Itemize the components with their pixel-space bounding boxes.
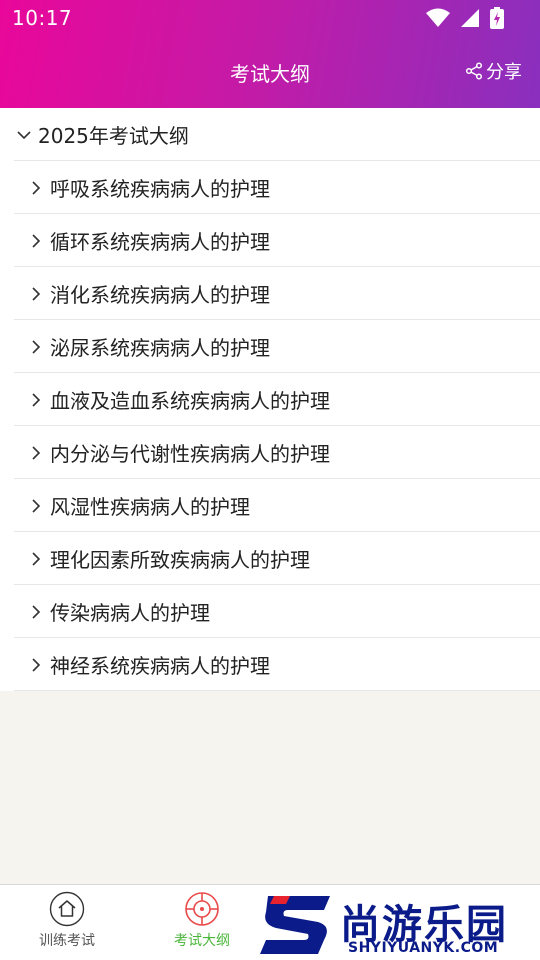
chapter-label: 泌尿系统疾病病人的护理 xyxy=(50,336,270,360)
chevron-right-icon xyxy=(32,657,41,672)
target-icon xyxy=(185,892,219,926)
outline-list: 2025年考试大纲 呼吸系统疾病病人的护理 循环系统疾病病人的护理 消化系统疾病… xyxy=(0,108,540,691)
chapter-label: 风湿性疾病病人的护理 xyxy=(50,495,250,519)
tab-exam-outline[interactable]: 考试大纲 xyxy=(157,891,247,950)
chapter-item[interactable]: 消化系统疾病病人的护理 xyxy=(0,267,540,320)
outline-year-label: 2025年考试大纲 xyxy=(38,124,189,148)
share-icon xyxy=(465,62,483,80)
chevron-right-icon xyxy=(32,180,41,195)
chapter-label: 传染病病人的护理 xyxy=(50,601,210,625)
chapter-label: 内分泌与代谢性疾病病人的护理 xyxy=(50,442,330,466)
chapter-label: 理化因素所致疾病病人的护理 xyxy=(50,548,310,572)
status-time: 10:17 xyxy=(12,6,73,30)
chapter-item[interactable]: 风湿性疾病病人的护理 xyxy=(0,479,540,532)
watermark-logo-icon xyxy=(260,896,330,954)
chapter-item[interactable]: 泌尿系统疾病病人的护理 xyxy=(0,320,540,373)
status-icons xyxy=(426,7,504,29)
chapter-item[interactable]: 内分泌与代谢性疾病病人的护理 xyxy=(0,426,540,479)
chevron-right-icon xyxy=(32,604,41,619)
chapter-item[interactable]: 血液及造血系统疾病病人的护理 xyxy=(0,373,540,426)
chapter-item[interactable]: 循环系统疾病病人的护理 xyxy=(0,214,540,267)
chevron-right-icon xyxy=(32,286,41,301)
chapter-item[interactable]: 传染病病人的护理 xyxy=(0,585,540,638)
chevron-right-icon xyxy=(32,445,41,460)
chapter-item[interactable]: 神经系统疾病病人的护理 xyxy=(0,638,540,691)
chevron-right-icon xyxy=(32,392,41,407)
tab-training-exam[interactable]: 训练考试 xyxy=(22,891,112,950)
page-title: 考试大纲 xyxy=(230,62,310,86)
chapter-label: 呼吸系统疾病病人的护理 xyxy=(50,177,270,201)
chapter-label: 循环系统疾病病人的护理 xyxy=(50,230,270,254)
tab-label: 考试大纲 xyxy=(174,933,230,949)
tab-label: 训练考试 xyxy=(39,933,95,949)
chapter-label: 消化系统疾病病人的护理 xyxy=(50,283,270,307)
divider xyxy=(14,690,540,691)
battery-charging-icon xyxy=(490,7,504,29)
title-bar: 考试大纲 分享 xyxy=(0,46,540,96)
chapter-label: 神经系统疾病病人的护理 xyxy=(50,654,270,678)
watermark-url: SHYIYUANYK.COM xyxy=(348,940,499,956)
chapter-label: 血液及造血系统疾病病人的护理 xyxy=(50,389,330,413)
chevron-right-icon xyxy=(32,498,41,513)
chevron-right-icon xyxy=(32,233,41,248)
share-button[interactable]: 分享 xyxy=(465,58,522,84)
cell-signal-icon xyxy=(461,9,479,27)
app-header: 10:17 考试大纲 分享 xyxy=(0,0,540,108)
wifi-icon xyxy=(426,8,450,27)
chevron-right-icon xyxy=(32,551,41,566)
share-label: 分享 xyxy=(486,62,522,83)
home-icon xyxy=(49,891,85,927)
status-bar: 10:17 xyxy=(0,0,540,36)
chapter-item[interactable]: 理化因素所致疾病病人的护理 xyxy=(0,532,540,585)
outline-year-item[interactable]: 2025年考试大纲 xyxy=(0,108,540,161)
chapter-item[interactable]: 呼吸系统疾病病人的护理 xyxy=(0,161,540,214)
site-watermark: 尚游乐园 SHYIYUANYK.COM xyxy=(258,890,540,960)
chevron-down-icon xyxy=(17,130,31,139)
chevron-right-icon xyxy=(32,339,41,354)
